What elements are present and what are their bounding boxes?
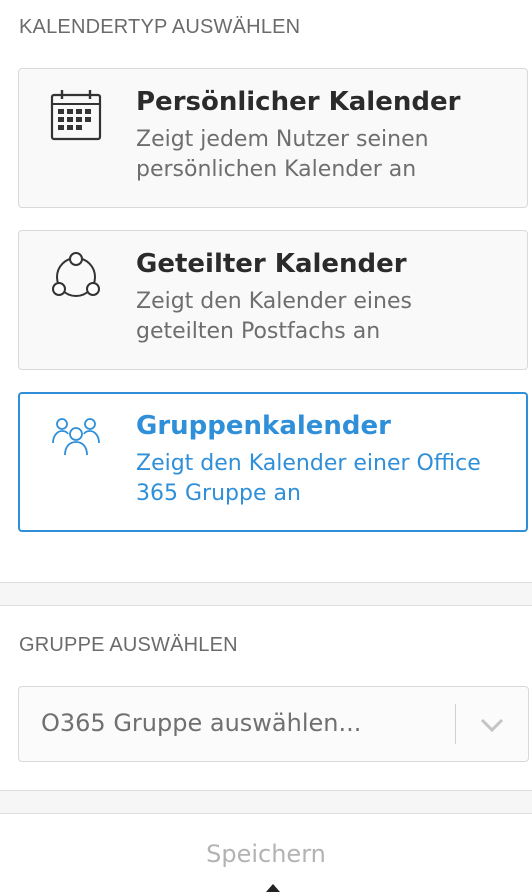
group-select-placeholder: O365 Gruppe auswählen... [41, 709, 362, 737]
section-divider [0, 582, 532, 606]
calendar-option-personal[interactable]: Persönlicher Kalender Zeigt jedem Nutzer… [18, 68, 528, 208]
section-divider [0, 790, 532, 814]
calendar-icon [50, 90, 102, 141]
caret-up-icon [266, 884, 280, 892]
option-title: Persönlicher Kalender [136, 87, 461, 117]
calendar-option-shared[interactable]: Geteilter Kalender Zeigt den Kalender ei… [18, 230, 528, 370]
option-description: Zeigt den Kalender einer Office 365 Grup… [136, 451, 481, 506]
option-title: Geteilter Kalender [136, 249, 407, 279]
shared-network-icon [52, 252, 100, 297]
calendar-option-group[interactable]: Gruppenkalender Zeigt den Kalender einer… [18, 392, 528, 532]
calendar-type-heading: KALENDERTYP AUSWÄHLEN [19, 16, 301, 38]
option-description: Zeigt jedem Nutzer seinen persönlichen K… [136, 127, 429, 182]
select-separator [455, 704, 456, 744]
group-select[interactable]: O365 Gruppe auswählen... [18, 686, 529, 762]
save-button[interactable]: Speichern [0, 826, 532, 882]
group-select-heading: GRUPPE AUSWÄHLEN [19, 634, 238, 656]
chevron-down-icon[interactable] [478, 713, 506, 737]
option-title: Gruppenkalender [136, 411, 391, 441]
option-description: Zeigt den Kalender eines geteilten Postf… [136, 289, 412, 344]
group-icon [52, 418, 100, 456]
